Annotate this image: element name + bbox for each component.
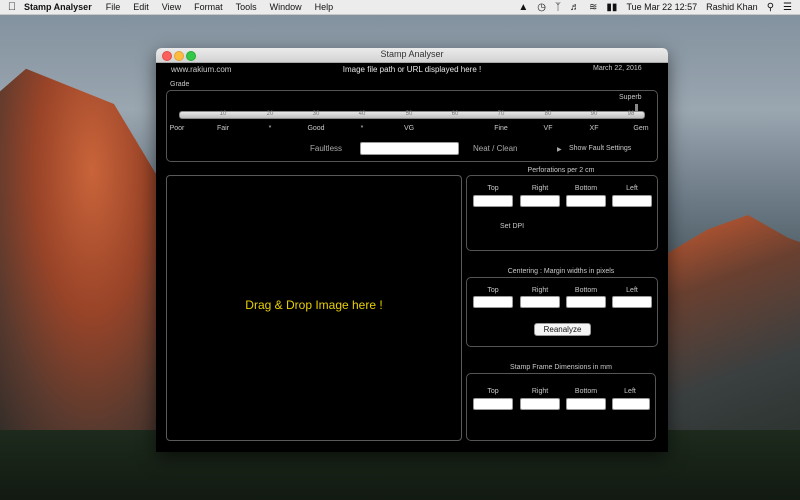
frame-top-input[interactable] <box>473 398 513 410</box>
search-icon[interactable]: ⚲ <box>767 2 774 13</box>
image-path-label: Image file path or URL displayed here ! <box>342 65 482 74</box>
perf-left-input[interactable] <box>612 195 652 207</box>
show-fault-settings[interactable]: Show Fault Settings <box>569 145 631 152</box>
perforations-title: Perforations per 2 cm <box>527 167 595 174</box>
tick-40: 40 <box>358 111 366 117</box>
frame-left-label: Left <box>624 388 636 395</box>
bluetooth-icon[interactable]: ᛉ <box>555 2 561 13</box>
tick-60: 60 <box>451 111 459 117</box>
user-name[interactable]: Rashid Khan <box>706 2 758 12</box>
grade-star-2: * <box>360 125 364 132</box>
center-top-input[interactable] <box>473 296 513 308</box>
grade-good: Good <box>307 125 325 132</box>
grade-fair: Fair <box>216 125 230 132</box>
frame-bottom-input[interactable] <box>566 398 606 410</box>
tick-20: 20 <box>266 111 274 117</box>
grade-poor: Poor <box>169 125 185 132</box>
clock[interactable]: Tue Mar 22 12:57 <box>626 2 697 12</box>
grade-panel: Superb 10 20 30 40 50 60 70 80 90 98 Poo… <box>166 90 658 162</box>
battery-icon[interactable]: ▮▮ <box>606 2 617 13</box>
perf-left-label: Left <box>626 185 638 192</box>
image-drop-zone[interactable]: Drag & Drop Image here ! <box>166 175 462 441</box>
center-right-label: Right <box>531 287 549 294</box>
triangle-right-icon[interactable]: ▶ <box>557 146 562 153</box>
menu-edit[interactable]: Edit <box>133 2 149 12</box>
tick-90: 90 <box>590 111 598 117</box>
grade-vf: VF <box>543 125 553 132</box>
grade-xf: XF <box>589 125 599 132</box>
menu-help[interactable]: Help <box>315 2 334 12</box>
list-icon[interactable]: ☰ <box>783 2 792 13</box>
menu-format[interactable]: Format <box>194 2 223 12</box>
reanalyze-button[interactable]: Reanalyze <box>534 323 591 336</box>
time-machine-icon[interactable]: ◷ <box>537 2 546 13</box>
faultless-label: Faultless <box>310 144 343 153</box>
frame-left-input[interactable] <box>612 398 650 410</box>
menu-app-name[interactable]: Stamp Analyser <box>24 2 92 12</box>
volume-icon[interactable]: ♬ <box>570 2 580 13</box>
center-left-input[interactable] <box>612 296 652 308</box>
frame-panel: Top Right Bottom Left <box>466 373 656 441</box>
wifi-icon[interactable]: ≋ <box>589 2 597 13</box>
perf-top-label: Top <box>487 185 499 192</box>
perf-bottom-input[interactable] <box>566 195 606 207</box>
menu-window[interactable]: Window <box>270 2 302 12</box>
menu-bar:  Stamp Analyser File Edit View Format T… <box>0 0 800 15</box>
perf-right-input[interactable] <box>520 195 560 207</box>
grade-star-1: * <box>268 125 272 132</box>
menu-tools[interactable]: Tools <box>236 2 257 12</box>
frame-top-label: Top <box>487 388 499 395</box>
centering-title: Centering : Margin widths in pixels <box>507 268 615 275</box>
tick-30: 30 <box>312 111 320 117</box>
tick-50: 50 <box>405 111 413 117</box>
center-right-input[interactable] <box>520 296 560 308</box>
grade-vg: VG <box>403 125 415 132</box>
frame-bottom-label: Bottom <box>574 388 598 395</box>
perf-bottom-label: Bottom <box>574 185 598 192</box>
window-title: Stamp Analyser <box>380 49 444 59</box>
center-bottom-label: Bottom <box>574 287 598 294</box>
menu-view[interactable]: View <box>162 2 181 12</box>
drop-message: Drag & Drop Image here ! <box>245 298 383 312</box>
center-left-label: Left <box>626 287 638 294</box>
apple-icon[interactable]:  <box>0 1 24 13</box>
faultless-field[interactable] <box>360 142 459 155</box>
center-top-label: Top <box>487 287 499 294</box>
app-window: Stamp Analyser www.rakium.com Image file… <box>156 48 668 452</box>
menu-file[interactable]: File <box>106 2 121 12</box>
tick-70: 70 <box>497 111 505 117</box>
grade-label: Grade <box>170 81 190 88</box>
neat-clean-label: Neat / Clean <box>473 144 518 153</box>
perforations-panel: Top Right Bottom Left Set DPI <box>466 175 658 251</box>
frame-right-input[interactable] <box>520 398 560 410</box>
grade-slider-thumb[interactable] <box>634 104 638 111</box>
superb-label: Superb <box>619 94 642 101</box>
grade-fine: Fine <box>494 125 508 132</box>
upload-icon[interactable]: ▲ <box>518 2 528 13</box>
date-label: March 22, 2016 <box>593 65 642 72</box>
tick-98: 98 <box>627 111 635 117</box>
frame-title: Stamp Frame Dimensions in mm <box>510 364 612 371</box>
center-bottom-input[interactable] <box>566 296 606 308</box>
tick-10: 10 <box>219 111 227 117</box>
centering-panel: Top Right Bottom Left Reanalyze <box>466 277 658 347</box>
frame-right-label: Right <box>531 388 549 395</box>
title-bar: Stamp Analyser <box>156 48 668 63</box>
perf-right-label: Right <box>531 185 549 192</box>
grade-gem: Gem <box>633 125 649 132</box>
tick-80: 80 <box>544 111 552 117</box>
set-dpi-button[interactable]: Set DPI <box>500 223 524 230</box>
perf-top-input[interactable] <box>473 195 513 207</box>
